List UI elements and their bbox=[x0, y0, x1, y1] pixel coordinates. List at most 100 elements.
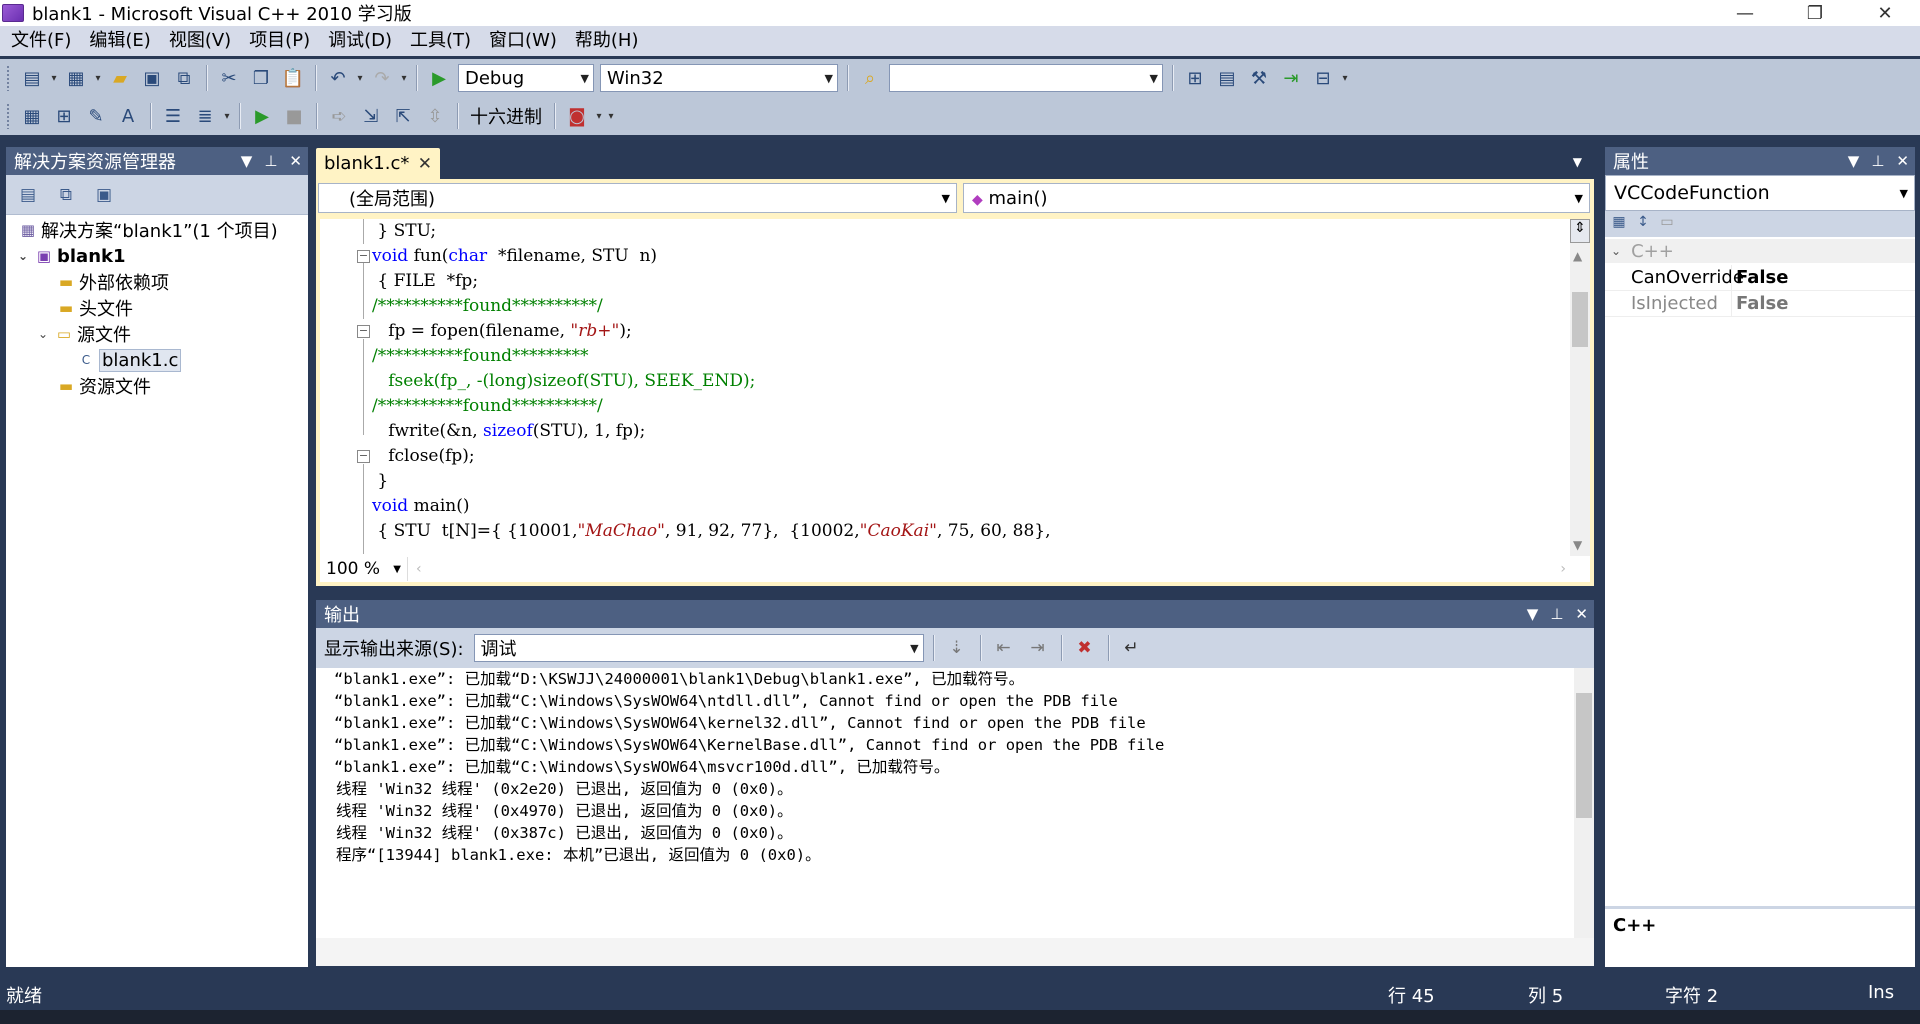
scope-select[interactable]: (全局范围) ▼ bbox=[318, 183, 957, 213]
toolbar-options-icon[interactable]: ▾ bbox=[1339, 64, 1351, 92]
menu-window[interactable]: 窗口(W) bbox=[480, 26, 566, 56]
menu-tools[interactable]: 工具(T) bbox=[401, 26, 480, 56]
step-out-icon[interactable]: ⇳ bbox=[421, 102, 449, 130]
menu-file[interactable]: 文件(F) bbox=[2, 26, 80, 56]
tab-list-dropdown-icon[interactable]: ▼ bbox=[1573, 155, 1582, 169]
toolbox-icon[interactable]: ⚒ bbox=[1245, 64, 1273, 92]
dropdown-arrow-icon[interactable]: ▾ bbox=[48, 64, 60, 92]
scrollbar-thumb[interactable] bbox=[1576, 693, 1592, 818]
undo-icon[interactable]: ↶ bbox=[324, 64, 352, 92]
dropdown-arrow-icon[interactable]: ▾ bbox=[92, 64, 104, 92]
output-horizontal-scrollbar[interactable] bbox=[316, 938, 1594, 966]
maximize-button[interactable]: ❐ bbox=[1780, 0, 1850, 26]
class-view-icon[interactable]: ⊟ bbox=[1309, 64, 1337, 92]
continue-icon[interactable]: ▶ bbox=[248, 102, 276, 130]
redo-icon[interactable]: ↷ bbox=[368, 64, 396, 92]
property-row[interactable]: IsInjected False bbox=[1605, 290, 1915, 317]
next-message-icon[interactable]: ⇥ bbox=[1024, 634, 1052, 662]
panel-menu-icon[interactable]: ▼ bbox=[1527, 605, 1539, 623]
show-next-statement-icon[interactable]: ➪ bbox=[325, 102, 353, 130]
step-over-icon[interactable]: ⇱ bbox=[389, 102, 417, 130]
toolbar-grip[interactable] bbox=[6, 103, 10, 129]
tree-item-solution[interactable]: ▦ 解决方案“blank1”(1 个项目) bbox=[18, 217, 278, 243]
collapse-icon[interactable]: ⌄ bbox=[18, 249, 34, 263]
find-in-files-icon[interactable]: ⌕ bbox=[856, 64, 884, 92]
tab-blank1-c[interactable]: blank1.c* ✕ bbox=[316, 148, 440, 179]
new-project-icon[interactable]: ▤ bbox=[18, 64, 46, 92]
tree-item-resources[interactable]: ▬ 资源文件 bbox=[56, 373, 151, 399]
tree-item-sources[interactable]: ⌄ ▭ 源文件 bbox=[38, 321, 131, 347]
categorized-icon[interactable]: ▦ bbox=[1609, 214, 1629, 234]
configuration-select[interactable]: Debug ▼ bbox=[458, 64, 594, 92]
collapse-icon[interactable]: ⌄ bbox=[38, 327, 54, 341]
property-pages-icon[interactable]: ▭ bbox=[1657, 214, 1677, 234]
editor-vertical-scrollbar[interactable]: ⇕ ▲ ▼ bbox=[1570, 219, 1590, 556]
output-source-select[interactable]: 调试 ▼ bbox=[473, 634, 924, 662]
panel-menu-icon[interactable]: ▼ bbox=[1848, 152, 1860, 170]
output-vertical-scrollbar[interactable] bbox=[1574, 668, 1594, 938]
copy-icon[interactable]: ❐ bbox=[247, 64, 275, 92]
scroll-left-icon[interactable]: ‹ bbox=[416, 561, 422, 577]
word-wrap-icon[interactable]: ↵ bbox=[1118, 634, 1146, 662]
toolbar-grip[interactable] bbox=[6, 65, 10, 91]
dropdown-arrow-icon[interactable]: ▾ bbox=[221, 102, 233, 130]
format-icon[interactable]: ▦ bbox=[18, 102, 46, 130]
pin-icon[interactable]: ⊥ bbox=[264, 152, 277, 170]
paste-icon[interactable]: 📋 bbox=[279, 64, 307, 92]
toolbar-options-icon[interactable]: ▾ bbox=[605, 102, 617, 130]
save-all-icon[interactable]: ⧉ bbox=[170, 64, 198, 92]
property-row[interactable]: CanOverride False bbox=[1605, 264, 1915, 291]
scrollbar-thumb[interactable] bbox=[1572, 292, 1588, 347]
find-combo[interactable]: ▼ bbox=[889, 64, 1163, 92]
properties-window-icon[interactable]: ▤ bbox=[1213, 64, 1241, 92]
open-file-icon[interactable]: ▰ bbox=[106, 64, 134, 92]
collapse-block-icon[interactable]: − bbox=[357, 250, 370, 263]
comment-icon[interactable]: ☰ bbox=[159, 102, 187, 130]
collapse-block-icon[interactable]: − bbox=[357, 325, 370, 338]
collapse-icon[interactable]: ⌄ bbox=[1611, 244, 1621, 258]
tree-item-headers[interactable]: ▬ 头文件 bbox=[56, 295, 133, 321]
dropdown-arrow-icon[interactable]: ▾ bbox=[398, 64, 410, 92]
prev-message-icon[interactable]: ⇤ bbox=[990, 634, 1018, 662]
tree-item-project[interactable]: ⌄ ▣ blank1 bbox=[18, 243, 126, 269]
step-into-icon[interactable]: ⇲ bbox=[357, 102, 385, 130]
collapse-block-icon[interactable]: − bbox=[357, 450, 370, 463]
cut-icon[interactable]: ✂ bbox=[215, 64, 243, 92]
show-all-files-icon[interactable]: ⧉ bbox=[54, 183, 78, 207]
menu-edit[interactable]: 编辑(E) bbox=[80, 26, 159, 56]
dropdown-arrow-icon[interactable]: ▾ bbox=[593, 102, 605, 130]
close-tab-icon[interactable]: ✕ bbox=[418, 154, 432, 174]
start-page-icon[interactable]: ⇥ bbox=[1277, 64, 1305, 92]
hex-display-button[interactable]: 十六进制 bbox=[464, 103, 548, 129]
scroll-right-icon[interactable]: › bbox=[1560, 561, 1566, 577]
close-icon[interactable]: ✕ bbox=[289, 152, 302, 170]
scroll-down-icon[interactable]: ▼ bbox=[1573, 538, 1582, 552]
stop-icon[interactable]: ■ bbox=[280, 102, 308, 130]
panel-menu-icon[interactable]: ▼ bbox=[241, 152, 253, 170]
clear-all-icon[interactable]: ✖ bbox=[1071, 634, 1099, 662]
menu-view[interactable]: 视图(V) bbox=[160, 26, 240, 56]
pin-icon[interactable]: ⊥ bbox=[1550, 605, 1563, 623]
menu-help[interactable]: 帮助(H) bbox=[566, 26, 648, 56]
output-text[interactable]: “blank1.exe”: 已加载“D:\KSWJJ\24000001\blan… bbox=[316, 668, 1594, 966]
view-class-diagram-icon[interactable]: ▣ bbox=[92, 183, 116, 207]
dropdown-arrow-icon[interactable]: ▾ bbox=[354, 64, 366, 92]
menu-debug[interactable]: 调试(D) bbox=[319, 26, 401, 56]
add-item-icon[interactable]: ▦ bbox=[62, 64, 90, 92]
pin-icon[interactable]: ⊥ bbox=[1871, 152, 1884, 170]
menu-project[interactable]: 项目(P) bbox=[240, 26, 319, 56]
tree-item-external-deps[interactable]: ▬ 外部依赖项 bbox=[56, 269, 169, 295]
solution-explorer-icon[interactable]: ⊞ bbox=[1181, 64, 1209, 92]
member-list-icon[interactable]: ⊞ bbox=[50, 102, 78, 130]
tree-item-blank1-c[interactable]: C blank1.c bbox=[76, 347, 182, 373]
code-editor[interactable]: − − − } STU; void fun(char *filename, ST… bbox=[316, 219, 1594, 556]
alphabetical-icon[interactable]: ↕ bbox=[1633, 214, 1653, 234]
scroll-up-icon[interactable]: ▲ bbox=[1573, 249, 1582, 263]
property-category[interactable]: ⌄ C++ bbox=[1605, 239, 1915, 263]
properties-icon[interactable]: ▤ bbox=[16, 183, 40, 207]
save-icon[interactable]: ▣ bbox=[138, 64, 166, 92]
close-button[interactable]: ✕ bbox=[1850, 0, 1920, 26]
platform-select[interactable]: Win32 ▼ bbox=[600, 64, 838, 92]
function-select[interactable]: ◆ main() ▼ bbox=[963, 183, 1590, 213]
zoom-select[interactable]: 100 % ▼ bbox=[320, 557, 408, 581]
